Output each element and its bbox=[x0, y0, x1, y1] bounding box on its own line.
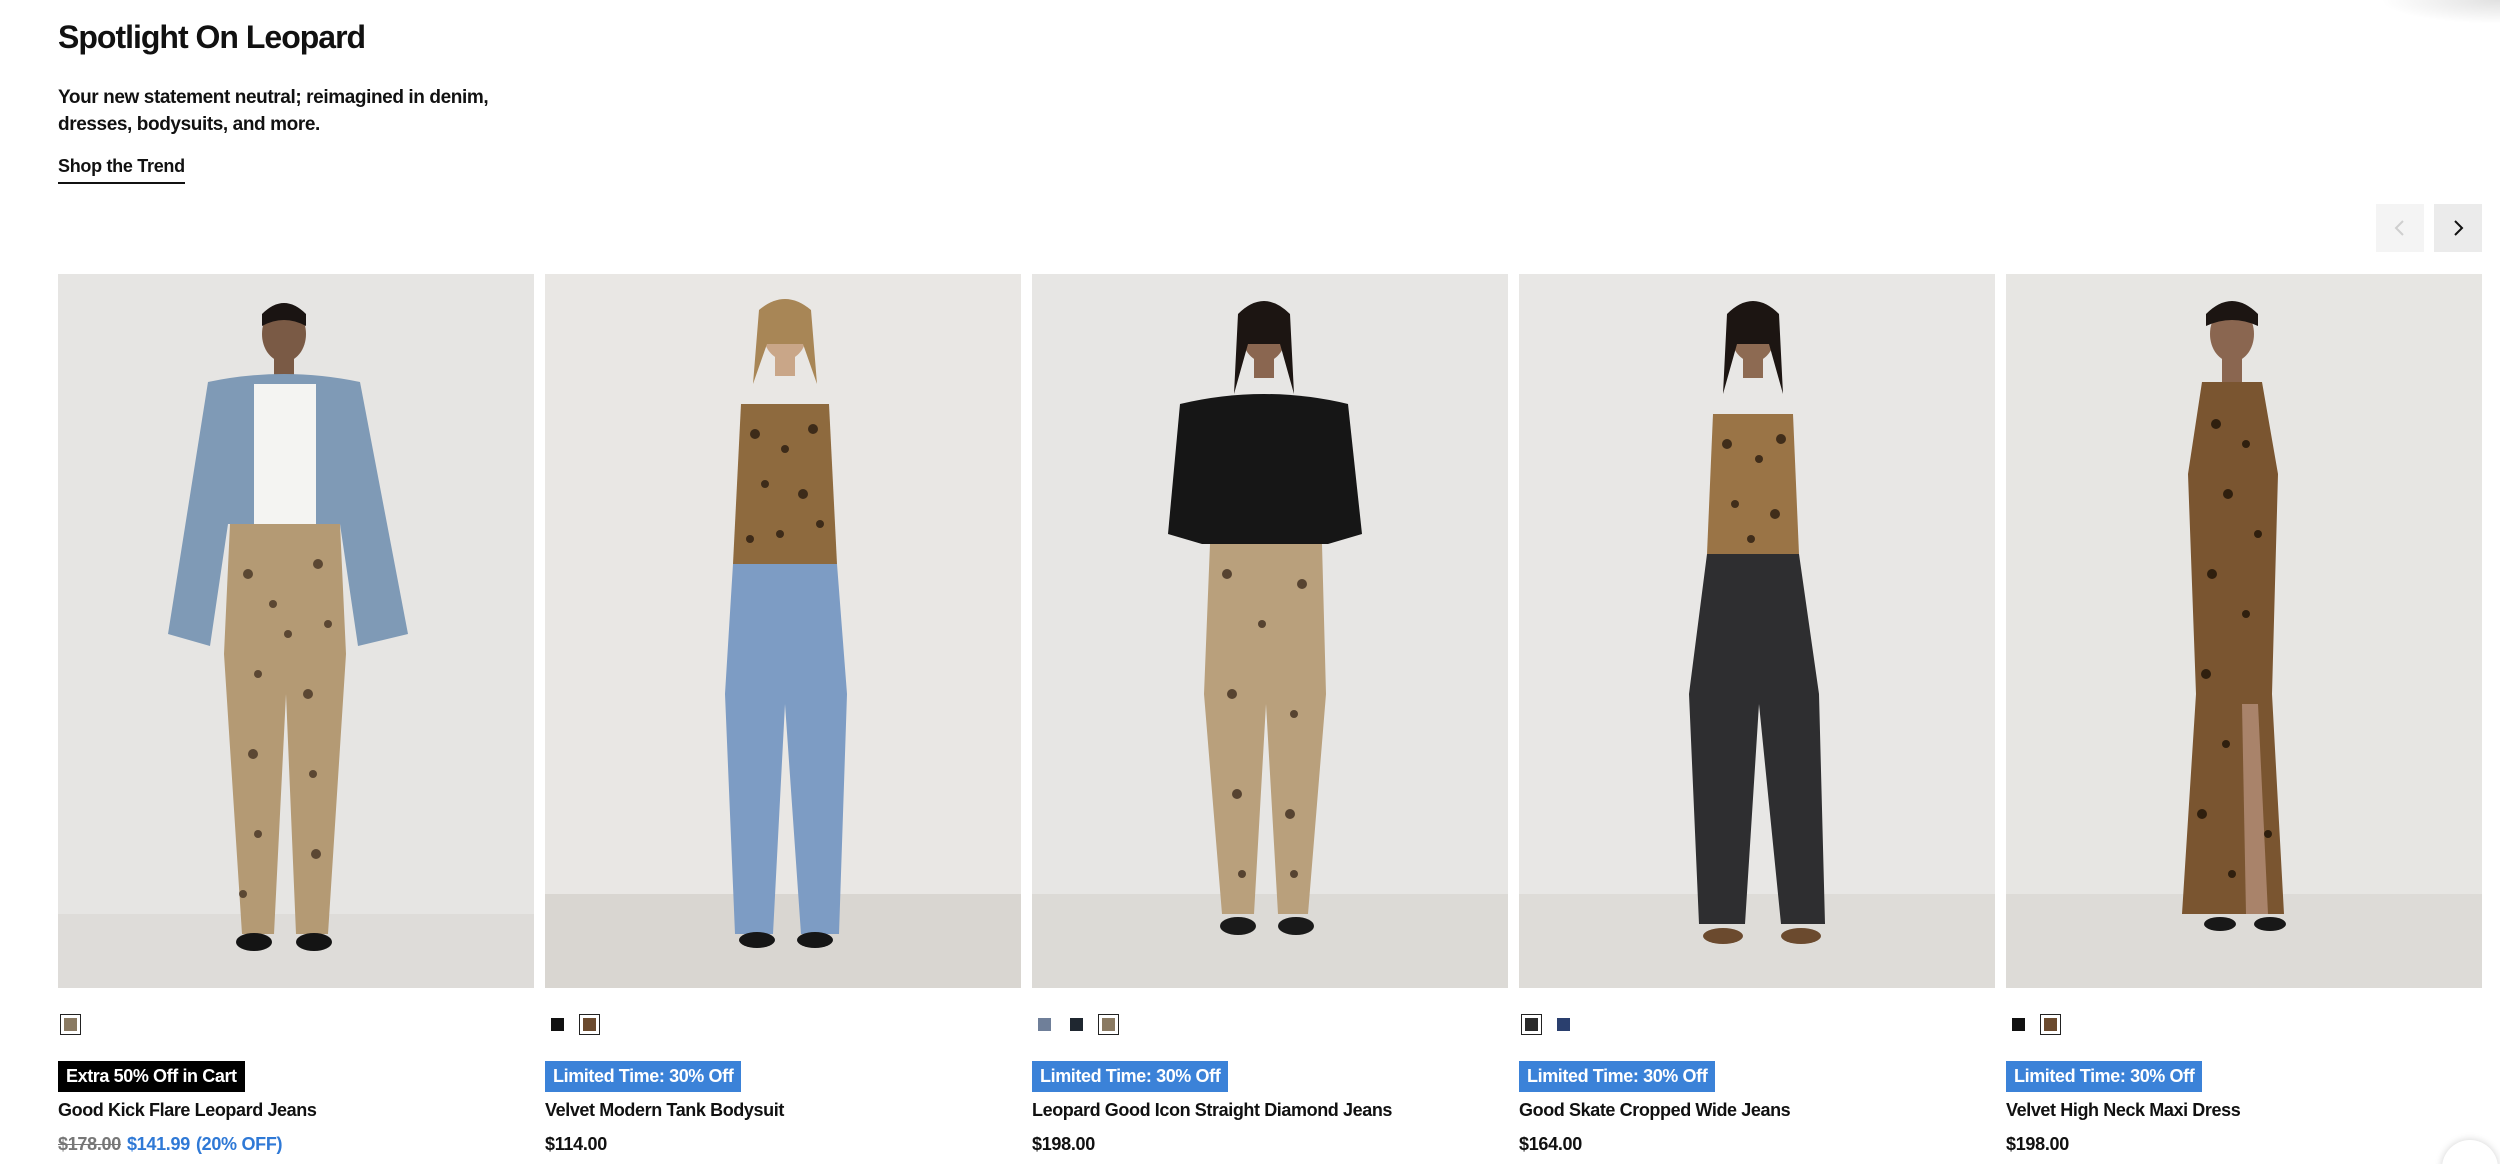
color-swatch[interactable] bbox=[2040, 1014, 2061, 1035]
promo-badge: Limited Time: 30% Off bbox=[1519, 1061, 1716, 1092]
product-image[interactable] bbox=[1519, 274, 1995, 988]
promo-badge: Extra 50% Off in Cart bbox=[58, 1061, 245, 1092]
product-image[interactable] bbox=[1032, 274, 1508, 988]
shop-the-trend-link[interactable]: Shop the Trend bbox=[58, 156, 185, 184]
chevron-left-icon bbox=[2394, 220, 2404, 236]
scroll-to-top-button[interactable] bbox=[2442, 1140, 2498, 1164]
color-swatch[interactable] bbox=[547, 1014, 568, 1035]
color-swatches bbox=[2008, 1014, 2061, 1035]
product-card[interactable]: Limited Time: 30% Off Velvet High Neck M… bbox=[2006, 274, 2482, 1154]
product-price: $114.00 bbox=[545, 1134, 607, 1154]
sale-price: $141.99 bbox=[126, 1134, 190, 1154]
product-card[interactable]: Limited Time: 30% Off Leopard Good Icon … bbox=[1032, 274, 1508, 1154]
color-swatch[interactable] bbox=[1066, 1014, 1087, 1035]
product-name[interactable]: Velvet High Neck Maxi Dress bbox=[2006, 1097, 2241, 1123]
product-card[interactable]: Extra 50% Off in Cart Good Kick Flare Le… bbox=[58, 274, 534, 1154]
promo-badge: Limited Time: 30% Off bbox=[1032, 1061, 1229, 1092]
hero-subtitle: Your new statement neutral; reimagined i… bbox=[58, 87, 489, 135]
original-price: $178.00 bbox=[58, 1134, 121, 1154]
discount-percent: (20% OFF) bbox=[195, 1134, 283, 1154]
product-name[interactable]: Velvet Modern Tank Bodysuit bbox=[545, 1097, 784, 1123]
color-swatches bbox=[1034, 1014, 1119, 1035]
product-card[interactable]: Limited Time: 30% Off Velvet Modern Tank… bbox=[545, 274, 1021, 1154]
product-name[interactable]: Good Kick Flare Leopard Jeans bbox=[58, 1097, 317, 1123]
product-price: $164.00 bbox=[1519, 1134, 1582, 1154]
color-swatch[interactable] bbox=[1521, 1014, 1542, 1035]
hero-section: Spotlight On Leopard Your new statement … bbox=[58, 16, 498, 184]
product-image[interactable] bbox=[58, 274, 534, 988]
promo-badge: Limited Time: 30% Off bbox=[545, 1061, 742, 1092]
chevron-right-icon bbox=[2454, 220, 2464, 236]
product-card[interactable]: Limited Time: 30% Off Good Skate Cropped… bbox=[1519, 274, 1995, 1154]
color-swatches bbox=[60, 1014, 81, 1035]
color-swatch[interactable] bbox=[1553, 1014, 1574, 1035]
promo-badge: Limited Time: 30% Off bbox=[2006, 1061, 2203, 1092]
product-name[interactable]: Good Skate Cropped Wide Jeans bbox=[1519, 1097, 1791, 1123]
color-swatch[interactable] bbox=[1098, 1014, 1119, 1035]
carousel-next-button[interactable] bbox=[2434, 204, 2482, 252]
page-shadow bbox=[2380, 0, 2500, 24]
product-image[interactable] bbox=[545, 274, 1021, 988]
product-price: $198.00 bbox=[1032, 1134, 1095, 1154]
product-price: $198.00 bbox=[2006, 1134, 2069, 1154]
color-swatch[interactable] bbox=[1034, 1014, 1055, 1035]
color-swatch[interactable] bbox=[60, 1014, 81, 1035]
color-swatch[interactable] bbox=[579, 1014, 600, 1035]
color-swatch[interactable] bbox=[2008, 1014, 2029, 1035]
page-title: Spotlight On Leopard bbox=[58, 19, 366, 55]
product-name[interactable]: Leopard Good Icon Straight Diamond Jeans bbox=[1032, 1097, 1392, 1123]
product-price: $178.00 $141.99 (20% OFF) bbox=[58, 1131, 283, 1157]
product-image[interactable] bbox=[2006, 274, 2482, 988]
color-swatches bbox=[547, 1014, 600, 1035]
carousel-prev-button[interactable] bbox=[2376, 204, 2424, 252]
color-swatches bbox=[1521, 1014, 1574, 1035]
